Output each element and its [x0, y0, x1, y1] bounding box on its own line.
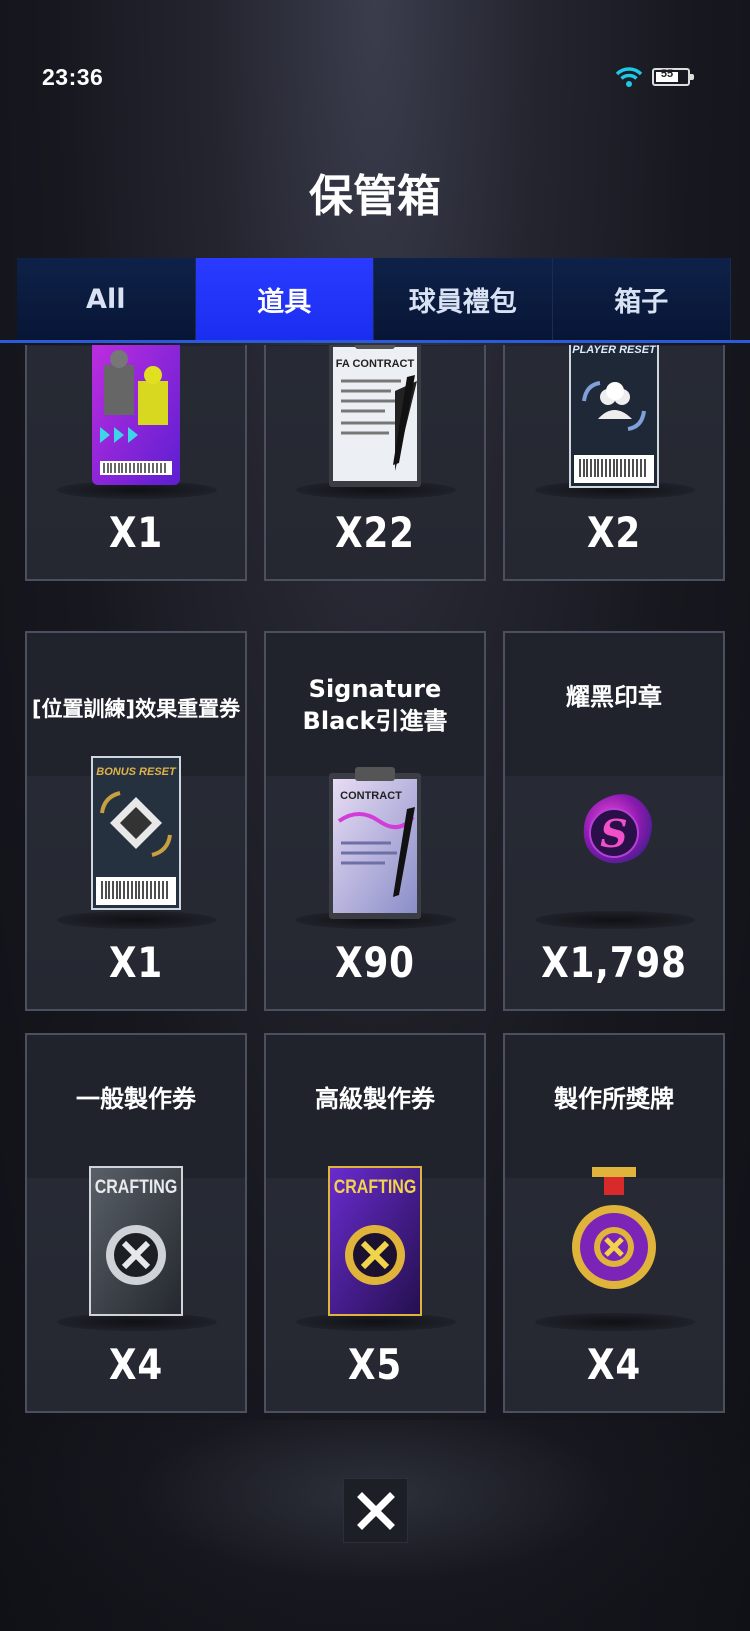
tab-underline: [0, 340, 750, 343]
item-card[interactable]: [位置訓練]效果重置券 BONUS RESET X1: [25, 631, 247, 1011]
premium-crafting-text: CRAFTING: [334, 1176, 417, 1198]
item-title: 高級製作券: [315, 1085, 435, 1113]
item-title: 一般製作券: [76, 1085, 196, 1113]
item-title-line: Signature: [308, 675, 442, 703]
item-card[interactable]: FA CONTRACT X22: [264, 345, 486, 581]
status-bar: 23:36 55: [0, 60, 750, 100]
crafting-ticket-icon: CRAFTING: [89, 1166, 183, 1316]
item-quantity: X22: [335, 508, 415, 557]
wifi-icon: [615, 67, 643, 87]
signature-contract-text: CONTRACT: [340, 790, 402, 802]
item-quantity: X5: [347, 1340, 403, 1389]
item-card[interactable]: X1: [25, 345, 247, 581]
item-title: Signature Black引進書: [266, 673, 484, 737]
item-card[interactable]: 製作所獎牌 X4: [503, 1033, 725, 1413]
item-card[interactable]: 高級製作券 CRAFTING X5: [264, 1033, 486, 1413]
tab-all[interactable]: All: [17, 258, 196, 340]
tab-boxes[interactable]: 箱子: [552, 258, 731, 340]
item-quantity: X1,798: [541, 938, 687, 987]
item-title: [位置訓練]效果重置券: [31, 697, 241, 721]
item-card[interactable]: 耀黑印章 S X1,798: [503, 631, 725, 1011]
player-reset-text: PLAYER RESET: [572, 345, 657, 356]
player-reset-ticket-icon: PLAYER RESET: [569, 345, 659, 488]
bonus-reset-text: BONUS RESET: [96, 766, 177, 778]
item-quantity: X4: [108, 1340, 164, 1389]
bonus-reset-ticket-icon: BONUS RESET: [91, 756, 181, 910]
item-quantity: X90: [335, 938, 415, 987]
player-swap-ticket-icon: [92, 345, 180, 485]
item-quantity: X1: [108, 938, 164, 987]
status-time: 23:36: [42, 64, 104, 90]
tab-items[interactable]: 道具: [195, 258, 374, 340]
item-quantity: X4: [586, 1340, 642, 1389]
close-button[interactable]: [343, 1478, 408, 1543]
item-card[interactable]: 一般製作券 CRAFTING X4: [25, 1033, 247, 1413]
item-quantity: X2: [586, 508, 642, 557]
battery-icon: 55: [652, 68, 694, 86]
item-grid: X1 FA CONTRACT X22 PLAYER RESET X2 [位置訓練…: [25, 345, 725, 1415]
fa-contract-text: FA CONTRACT: [336, 358, 415, 370]
crafting-medal-icon: [572, 1167, 656, 1289]
fa-contract-icon: FA CONTRACT: [329, 345, 421, 487]
item-card[interactable]: PLAYER RESET X2: [503, 345, 725, 581]
item-quantity: X1: [108, 508, 164, 557]
page-title: 保管箱: [309, 171, 441, 222]
battery-level: 55: [660, 68, 674, 80]
tab-player-packs[interactable]: 球員禮包: [374, 258, 553, 340]
item-title-line: Black引進書: [302, 707, 448, 735]
black-seal-icon: S: [583, 794, 652, 864]
svg-text:S: S: [600, 811, 627, 856]
premium-crafting-ticket-icon: CRAFTING: [328, 1166, 422, 1316]
item-title: 耀黑印章: [566, 683, 662, 711]
crafting-text: CRAFTING: [95, 1176, 178, 1198]
signature-contract-icon: CONTRACT: [329, 767, 421, 919]
item-title: 製作所獎牌: [554, 1085, 674, 1113]
close-icon: [356, 1491, 395, 1530]
item-card[interactable]: Signature Black引進書 CONTRACT X90: [264, 631, 486, 1011]
tab-bar: All 道具 球員禮包 箱子: [17, 258, 731, 340]
